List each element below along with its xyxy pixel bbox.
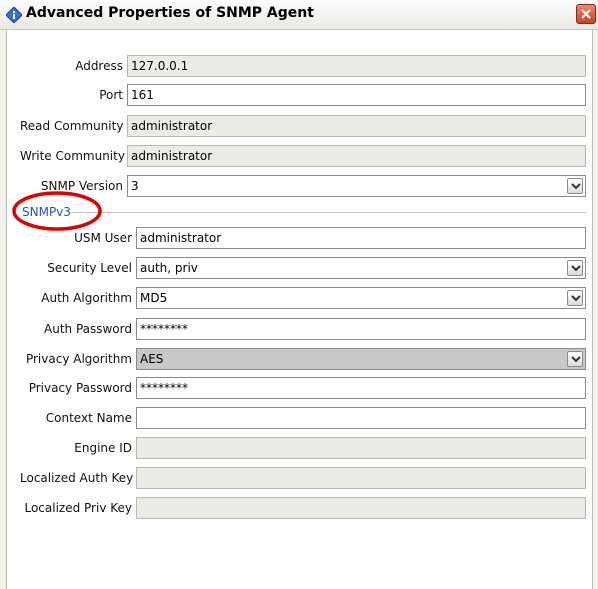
snmp-version-value: 3: [131, 179, 139, 193]
window-title: Advanced Properties of SNMP Agent: [26, 5, 314, 21]
privacy-algorithm-label: Privacy Algorithm: [25, 352, 132, 366]
usm-user-input[interactable]: administrator: [136, 227, 586, 249]
snmp-version-dropdown-button[interactable]: [567, 178, 583, 194]
localized-priv-key-field: [136, 497, 586, 519]
auth-password-input[interactable]: ********: [136, 318, 586, 340]
title-bar[interactable]: Advanced Properties of SNMP Agent: [0, 0, 598, 30]
privacy-password-label: Privacy Password: [28, 381, 132, 395]
engine-id-field: [136, 437, 586, 459]
usm-user-label: USM User: [74, 231, 132, 245]
read-community-field: administrator: [127, 115, 586, 137]
auth-algorithm-select[interactable]: MD5: [136, 287, 586, 309]
window-frame-right: [592, 30, 598, 589]
privacy-algorithm-select[interactable]: AES: [136, 348, 586, 370]
snmpv3-section-label: SNMPv3: [22, 205, 71, 219]
port-input[interactable]: 161: [127, 84, 586, 106]
security-level-label: Security Level: [47, 261, 132, 275]
auth-password-label: Auth Password: [44, 322, 132, 336]
localized-auth-key-field: [136, 467, 586, 489]
context-name-input[interactable]: [136, 407, 586, 429]
privacy-algorithm-value: AES: [140, 352, 164, 366]
chevron-down-icon: [571, 356, 581, 363]
auth-algorithm-dropdown-button[interactable]: [567, 290, 583, 306]
write-community-label: Write Community: [20, 149, 125, 163]
chevron-down-icon: [571, 183, 581, 190]
window-frame-left: [0, 30, 7, 589]
close-x-icon: [581, 9, 591, 19]
address-field: 127.0.0.1: [127, 55, 586, 77]
chevron-down-icon: [571, 295, 581, 302]
privacy-algorithm-dropdown-button[interactable]: [567, 351, 583, 367]
close-button[interactable]: [576, 4, 596, 24]
context-name-label: Context Name: [45, 411, 132, 425]
write-community-field: administrator: [127, 145, 586, 167]
info-diamond-icon: [5, 6, 23, 24]
snmp-version-label: SNMP Version: [40, 179, 123, 193]
snmp-version-select[interactable]: 3: [127, 175, 586, 197]
chevron-down-icon: [571, 265, 581, 272]
auth-algorithm-value: MD5: [140, 291, 168, 305]
snmp-agent-properties-dialog: Advanced Properties of SNMP Agent Addres…: [0, 0, 598, 589]
engine-id-label: Engine ID: [74, 441, 132, 455]
privacy-password-input[interactable]: ********: [136, 377, 586, 399]
port-label: Port: [99, 88, 123, 102]
localized-auth-key-label: Localized Auth Key: [20, 471, 134, 485]
security-level-select[interactable]: auth, priv: [136, 257, 586, 279]
address-label: Address: [75, 59, 123, 73]
snmpv3-section-divider: [70, 212, 586, 213]
security-level-value: auth, priv: [140, 261, 198, 275]
read-community-label: Read Community: [20, 119, 124, 133]
localized-priv-key-label: Localized Priv Key: [24, 501, 132, 515]
security-level-dropdown-button[interactable]: [567, 260, 583, 276]
auth-algorithm-label: Auth Algorithm: [41, 291, 132, 305]
